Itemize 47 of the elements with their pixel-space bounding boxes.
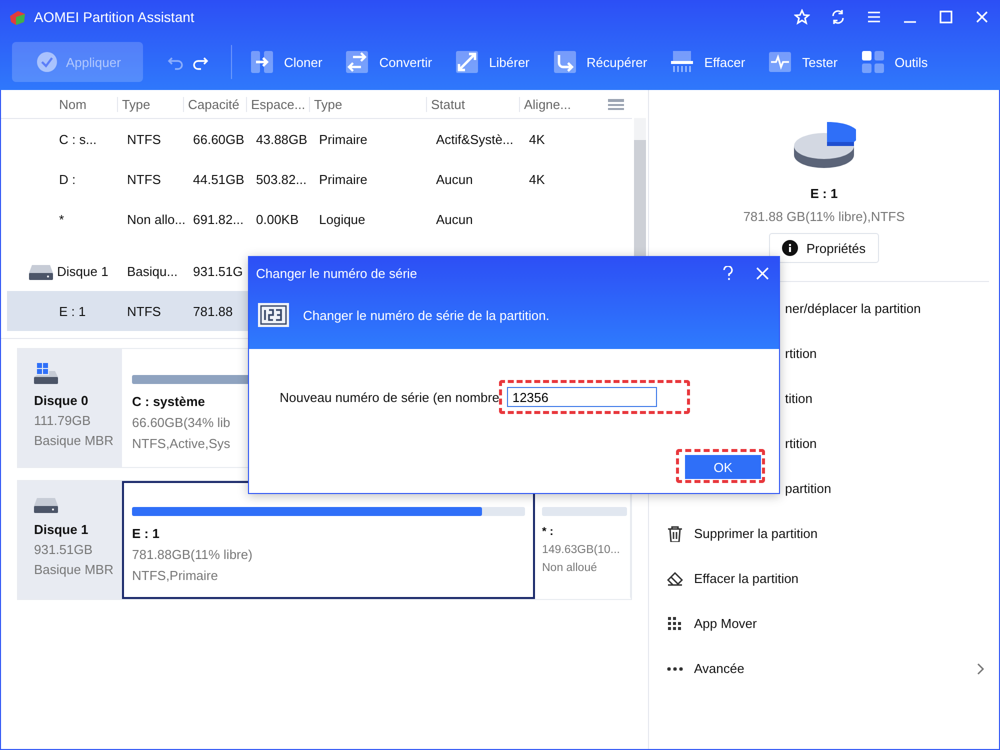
disk-name: Disque 1 [34,522,90,537]
partition-details: 781.88 GB(11% libre),NTFS [743,209,905,224]
partition-format: NTFS,Active,Sys [132,436,230,451]
table-cell-text: 43.88GB [255,132,308,146]
table-cell-text: Primaire [318,132,368,146]
table-cell-text: 781.88 [192,304,234,318]
disk-type: Basique MBR [34,433,114,448]
partition-size: 66.60GB(34% lib [132,415,230,430]
table-cell-text: Aucun [435,172,474,186]
partition-name: E : 1 [132,526,160,541]
dialog-title: Changer le numéro de série [256,266,418,280]
table-cell-text: Primaire [318,172,368,186]
table-cell-text: Aucun [435,212,474,226]
partition-size: 149.63GB(10... [542,544,620,556]
table-cell: C : s... [59,132,97,146]
table-cell-text: 4K [528,172,546,186]
table-cell-text: 931.51G [192,264,244,278]
table-cell-text: Basiqu... [126,264,179,278]
dialog-description: Changer le numéro de série de la partition. [303,308,550,322]
table-cell-text: Logique [318,212,366,226]
table-cell: D : [59,172,76,186]
table-cell-text: 4K [528,132,546,146]
disk-name: Disque 0 [34,393,90,408]
partition-size: 781.88GB(11% libre) [132,547,252,562]
partition-format: NTFS,Primaire [132,568,218,583]
table-cell-text: Non allo... [126,212,187,226]
partition-format: Non alloué [542,562,597,574]
partition-name: C : système [132,394,205,409]
table-cell: * [59,212,64,226]
table-cell: E : 1 [59,304,86,318]
table-cell-text: 66.60GB [192,132,246,146]
table-cell-text: NTFS [126,304,162,318]
table-cell-text: 691.82... [192,212,245,226]
table-cell-text: NTFS [126,132,162,146]
table-cell-text: NTFS [126,172,162,186]
table-cell-text: 0.00KB [255,212,300,226]
table-cell-text: Actif&Systè... [435,132,514,146]
table-cell-text: 44.51GB [192,172,246,186]
disk-type: Basique MBR [34,562,114,577]
partition-title: E : 1 [810,186,838,201]
table-cell: Disque 1 [57,264,108,278]
window-title: AOMEI Partition Assistant [34,9,194,25]
field-label: Nouveau numéro de série (en nombre [280,390,500,404]
table-cell-text: 503.82... [255,172,308,186]
partition-name: * : [542,526,554,538]
disk-size: 111.79GB [34,413,92,428]
disk-size: 931.51GB [34,542,94,557]
